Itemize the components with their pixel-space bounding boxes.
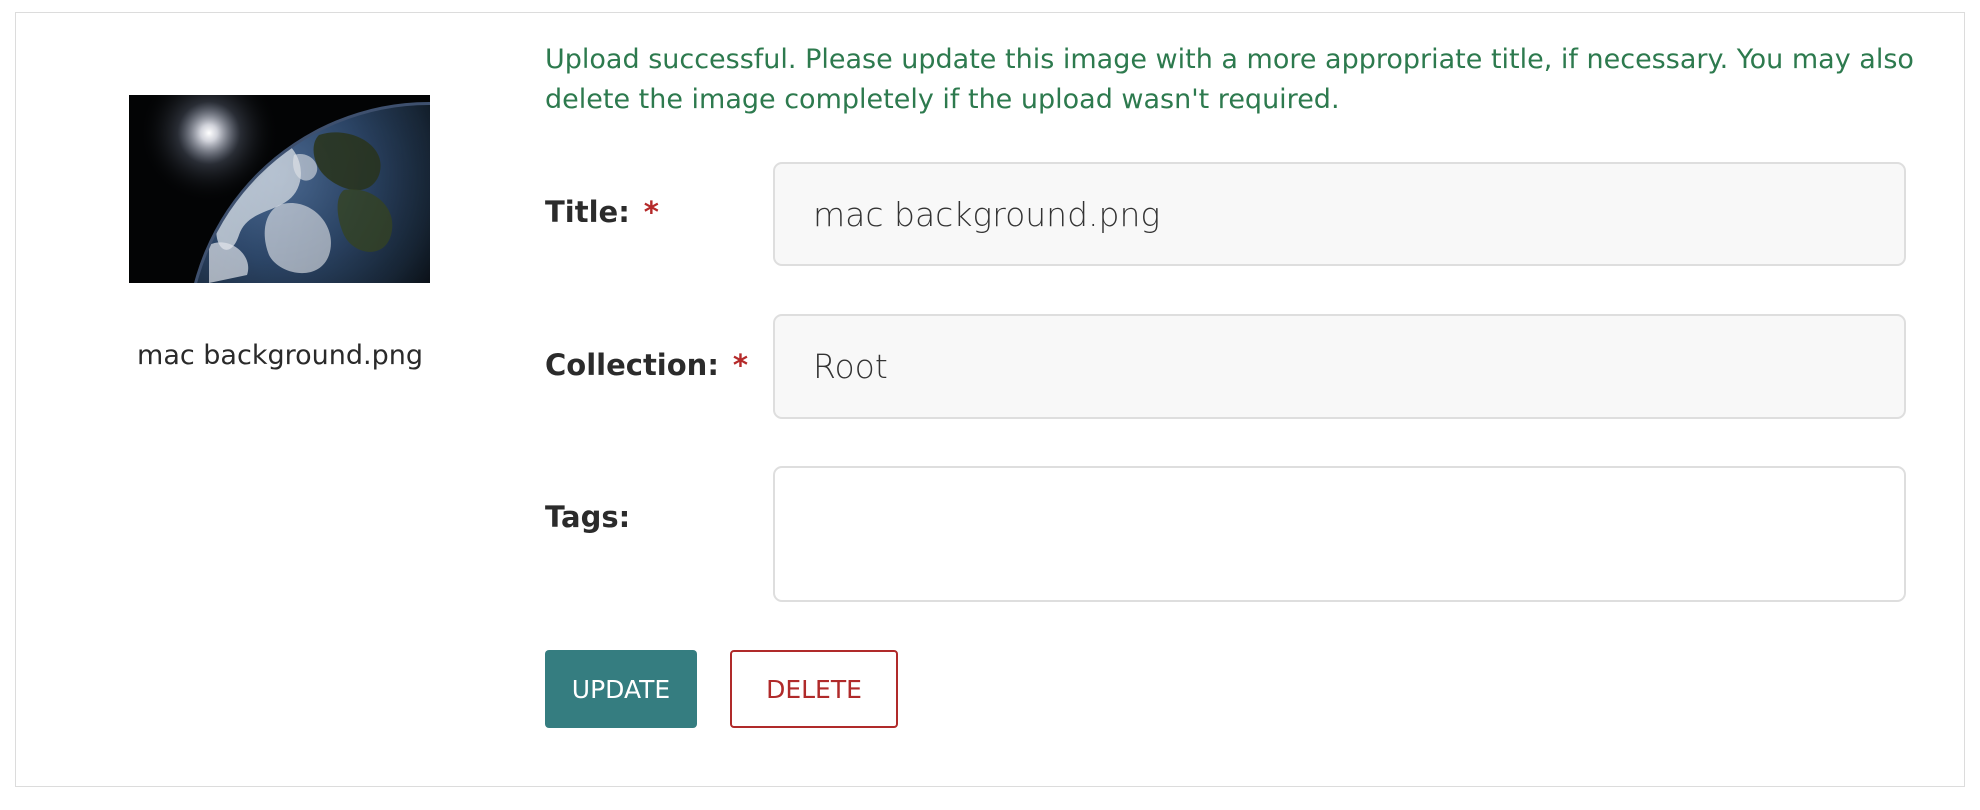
title-label-text: Title: (545, 195, 630, 229)
title-input[interactable] (773, 162, 1906, 266)
title-label: Title: * (545, 195, 659, 229)
delete-button[interactable]: DELETE (730, 650, 898, 728)
upload-success-message: Upload successful. Please update this im… (545, 44, 1914, 115)
image-filename: mac background.png (137, 340, 423, 371)
update-button[interactable]: UPDATE (545, 650, 697, 728)
collection-label-text: Collection: (545, 348, 719, 382)
tags-label-text: Tags: (545, 500, 631, 534)
required-marker: * (732, 348, 749, 382)
tags-label: Tags: (545, 500, 630, 534)
required-marker: * (643, 195, 659, 229)
tags-input[interactable] (773, 466, 1906, 602)
image-preview (129, 95, 430, 283)
collection-select[interactable] (773, 314, 1906, 419)
collection-label: Collection: * (545, 348, 748, 382)
